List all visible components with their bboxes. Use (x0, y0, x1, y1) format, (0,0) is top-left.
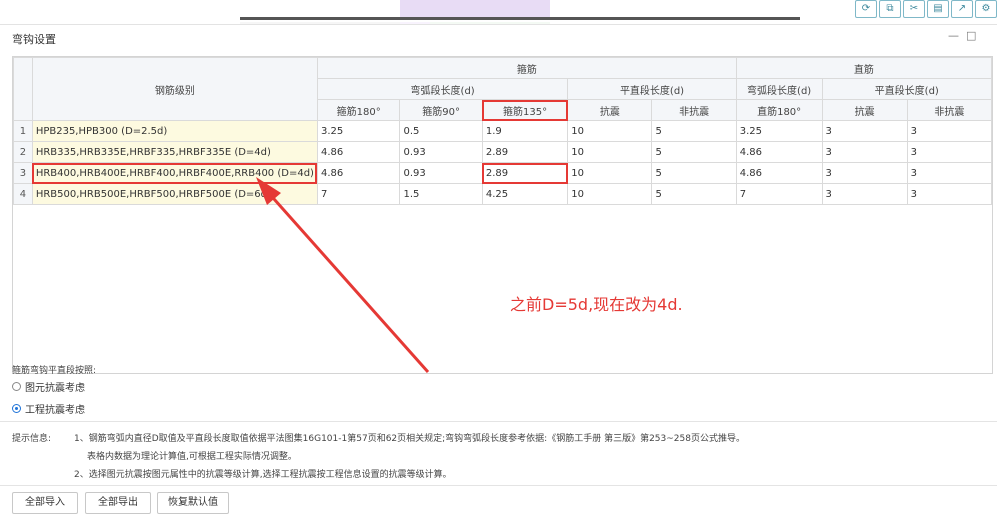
refresh-icon[interactable]: ⟳ (855, 0, 877, 18)
cell-straight-180[interactable]: 4.86 (735, 141, 823, 163)
straight-header: 直筋 (735, 57, 993, 79)
hook-settings-dialog: 弯钩设置 — □ 钢筋级别 箍筋 直筋 弯弧段长度(d) 平直段长度(d) 弯弧… (0, 24, 997, 514)
cell-stirrup-180[interactable]: 4.86 (316, 141, 401, 163)
paste-icon[interactable]: ▤ (927, 0, 949, 18)
settings-icon[interactable]: ⚙ (975, 0, 997, 18)
hint-line-2: 表格内数据为理论计算值,可根据工程实际情况调整。 (87, 452, 297, 462)
cell-straight-180[interactable]: 3.25 (735, 120, 823, 142)
table-row: 3 HRB400,HRB400E,HRBF400,HRBF400E,RRB400… (13, 162, 993, 184)
cell-seismic[interactable]: 10 (567, 141, 653, 163)
col-straight-nonseismic: 非抗震 (906, 99, 993, 121)
divider (0, 421, 997, 422)
col-nonseismic: 非抗震 (651, 99, 737, 121)
radio-circle-selected[interactable] (12, 404, 21, 413)
cell-nonseismic[interactable]: 5 (651, 162, 737, 184)
table-row: 1 HPB235,HPB300 (D=2.5d) 3.25 0.5 1.9 10… (13, 120, 993, 142)
straight-flat-header: 平直段长度(d) (821, 78, 993, 100)
cell-straight-seismic[interactable]: 3 (821, 120, 908, 142)
cell-stirrup-180[interactable]: 7 (316, 183, 401, 205)
row-number: 2 (13, 141, 33, 163)
flat-section-label: 箍筋弯钩平直段按照: (12, 366, 97, 376)
cell-straight-nonseismic[interactable]: 3 (906, 120, 993, 142)
cell-stirrup-90[interactable]: 1.5 (399, 183, 483, 205)
cell-straight-180[interactable]: 4.86 (735, 162, 823, 184)
col-stirrup-135: 箍筋135° (481, 99, 569, 121)
stirrup-header: 箍筋 (316, 57, 737, 79)
cell-nonseismic[interactable]: 5 (651, 141, 737, 163)
level-cell-highlighted[interactable]: HRB400,HRB400E,HRBF400,HRBF400E,RRB400 (… (31, 162, 318, 184)
cell-seismic[interactable]: 10 (567, 120, 653, 142)
cell-straight-seismic[interactable]: 3 (821, 162, 908, 184)
level-cell[interactable]: HPB235,HPB300 (D=2.5d) (31, 120, 318, 142)
cell-stirrup-90[interactable]: 0.93 (399, 141, 483, 163)
row-number: 3 (13, 162, 33, 184)
flat-length-header: 平直段长度(d) (567, 78, 737, 100)
toolbar-divider (240, 17, 800, 20)
level-cell[interactable]: HRB335,HRB335E,HRBF335,HRBF335E (D=4d) (31, 141, 318, 163)
hint-line-1: 1、钢筋弯弧内直径D取值及平直段长度取值依据平法图集16G101-1第57页和6… (74, 434, 745, 444)
col-seismic: 抗震 (567, 99, 653, 121)
export-icon[interactable]: ↗ (951, 0, 973, 18)
dialog-title: 弯钩设置 (12, 33, 56, 46)
cell-stirrup-90[interactable]: 0.5 (399, 120, 483, 142)
level-cell[interactable]: HRB500,HRB500E,HRBF500,HRBF500E (D=6d) (31, 183, 318, 205)
cell-stirrup-135-highlighted[interactable]: 2.89 (481, 162, 569, 184)
col-straight-180: 直筋180° (735, 99, 823, 121)
cell-straight-seismic[interactable]: 3 (821, 141, 908, 163)
hook-table-container: 钢筋级别 箍筋 直筋 弯弧段长度(d) 平直段长度(d) 弯弧段长度(d) 平直… (12, 56, 993, 374)
restore-default-button[interactable]: 恢复默认值 (157, 492, 229, 514)
row-number-header (13, 57, 33, 121)
cell-straight-seismic[interactable]: 3 (821, 183, 908, 205)
copy-icon[interactable]: ⧉ (879, 0, 901, 18)
cell-stirrup-180[interactable]: 3.25 (316, 120, 401, 142)
cell-seismic[interactable]: 10 (567, 162, 653, 184)
table-row: 2 HRB335,HRB335E,HRBF335,HRBF335E (D=4d)… (13, 141, 993, 163)
straight-arc-header: 弯弧段长度(d) (735, 78, 823, 100)
radio-label: 工程抗震考虑 (25, 405, 85, 416)
cell-stirrup-135[interactable]: 1.9 (481, 120, 569, 142)
import-all-button[interactable]: 全部导入 (12, 492, 78, 514)
row-number: 1 (13, 120, 33, 142)
row-number: 4 (13, 183, 33, 205)
divider (0, 485, 997, 486)
toolbar-buttons: ⟳ ⧉ ✂ ▤ ↗ ⚙ (855, 0, 997, 18)
cell-straight-nonseismic[interactable]: 3 (906, 162, 993, 184)
radio-label: 图元抗震考虑 (25, 383, 85, 394)
cell-seismic[interactable]: 10 (567, 183, 653, 205)
cell-stirrup-180[interactable]: 4.86 (316, 162, 401, 184)
hint-prefix: 提示信息: (12, 434, 52, 444)
hint-line-3: 2、选择图元抗震按图元属性中的抗震等级计算,选择工程抗震按工程信息设置的抗震等级… (74, 470, 452, 480)
radio-element-seismic[interactable]: 图元抗震考虑 (12, 379, 85, 394)
cell-stirrup-135[interactable]: 2.89 (481, 141, 569, 163)
cell-stirrup-135[interactable]: 4.25 (481, 183, 569, 205)
annotation-note: 之前D=5d,现在改为4d. (510, 295, 683, 314)
cell-straight-180[interactable]: 7 (735, 183, 823, 205)
arc-length-header: 弯弧段长度(d) (316, 78, 569, 100)
background-tab (400, 0, 550, 17)
radio-project-seismic[interactable]: 工程抗震考虑 (12, 401, 85, 416)
col-stirrup-180: 箍筋180° (316, 99, 401, 121)
radio-circle[interactable] (12, 382, 21, 391)
export-all-button[interactable]: 全部导出 (85, 492, 151, 514)
app-toolbar: ⟳ ⧉ ✂ ▤ ↗ ⚙ (0, 0, 997, 22)
level-header: 钢筋级别 (31, 57, 318, 121)
cell-nonseismic[interactable]: 5 (651, 120, 737, 142)
cell-stirrup-90[interactable]: 0.93 (399, 162, 483, 184)
col-straight-seismic: 抗震 (821, 99, 908, 121)
cell-straight-nonseismic[interactable]: 3 (906, 141, 993, 163)
hook-table: 钢筋级别 箍筋 直筋 弯弧段长度(d) 平直段长度(d) 弯弧段长度(d) 平直… (13, 57, 993, 205)
cell-nonseismic[interactable]: 5 (651, 183, 737, 205)
cell-straight-nonseismic[interactable]: 3 (906, 183, 993, 205)
table-row: 4 HRB500,HRB500E,HRBF500,HRBF500E (D=6d)… (13, 183, 993, 205)
cut-icon[interactable]: ✂ (903, 0, 925, 18)
maximize-button[interactable]: □ (966, 29, 976, 42)
minimize-button[interactable]: — (948, 29, 959, 42)
col-stirrup-90: 箍筋90° (399, 99, 483, 121)
